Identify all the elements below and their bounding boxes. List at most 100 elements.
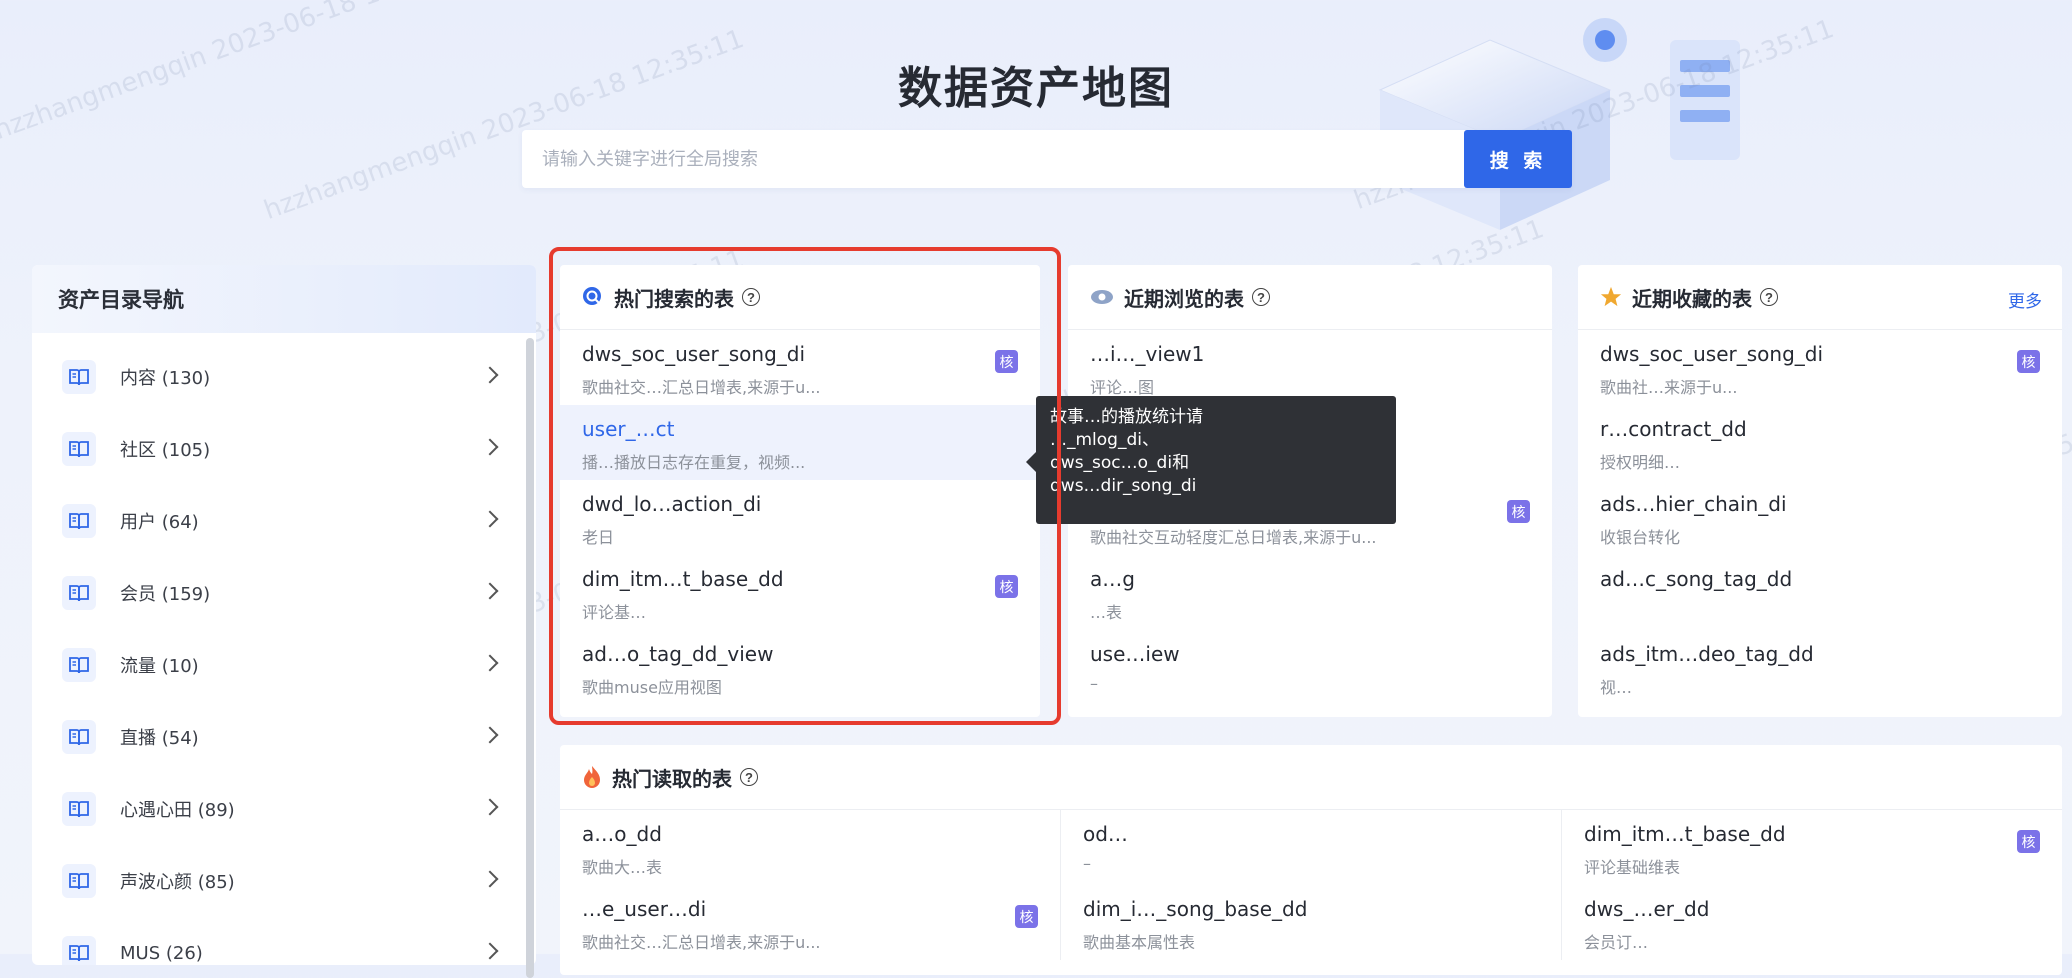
table-name[interactable]: …i…_view1 xyxy=(1090,342,1530,366)
more-link[interactable]: 更多 xyxy=(2008,287,2042,312)
table-desc: …表 xyxy=(1090,603,1123,622)
sidebar-scrollbar[interactable] xyxy=(526,338,534,978)
book-icon xyxy=(62,360,96,394)
table-row[interactable]: user_…ct 播…播放日志存在重复，视频... xyxy=(560,405,1040,480)
sidebar-item[interactable]: 心遇心田 (89) xyxy=(32,773,536,845)
sidebar-item-label: MUS (26) xyxy=(120,942,203,964)
table-row[interactable]: dws_…er_dd 会员订… xyxy=(1562,885,2062,960)
table-desc: 歌曲社交互动轻度汇总日增表,来源于u... xyxy=(1090,528,1377,547)
hot-read-column: od… – dim_i…_song_base_dd 歌曲基本属性表 xyxy=(1061,810,1562,960)
chevron-right-icon xyxy=(481,726,499,744)
table-name[interactable]: dws_…er_dd xyxy=(1584,897,2040,921)
table-row[interactable]: r…contract_dd 授权明细… xyxy=(1578,405,2062,480)
sidebar-item[interactable]: 直播 (54) xyxy=(32,701,536,773)
table-desc: 歌曲muse应用视图 xyxy=(582,678,722,697)
table-name[interactable]: dws_soc_user_song_di xyxy=(582,342,1018,366)
search-button[interactable]: 搜 索 xyxy=(1464,130,1572,188)
table-desc: 歌曲社交…汇总日增表,来源于u... xyxy=(582,378,821,397)
table-name[interactable]: dws_soc_user_song_di xyxy=(1600,342,2040,366)
table-row[interactable]: use…iew – xyxy=(1068,630,1552,705)
tooltip-line: dws…dir_song_di xyxy=(1050,476,1197,496)
table-name[interactable]: ads_itm…deo_tag_dd xyxy=(1600,642,2040,666)
table-row[interactable]: a…o_dd 歌曲大…表 xyxy=(560,810,1060,885)
table-row[interactable]: dws_soc_user_song_di 歌曲社…来源于u... 核 xyxy=(1578,330,2062,405)
table-row[interactable]: ads…hier_chain_di 收银台转化 xyxy=(1578,480,2062,555)
core-badge: 核 xyxy=(2017,830,2040,853)
table-row[interactable]: ads_itm…deo_tag_dd 视… xyxy=(1578,630,2062,705)
book-icon xyxy=(62,792,96,826)
table-row[interactable]: dim_itm…t_base_dd 评论基础维表 核 xyxy=(1562,810,2062,885)
card-header: 热门搜索的表 ? xyxy=(560,265,1040,330)
table-row[interactable]: ad…o_tag_dd_view 歌曲muse应用视图 xyxy=(560,630,1040,705)
sidebar-item[interactable]: 社区 (105) xyxy=(32,413,536,485)
table-desc: 授权明细… xyxy=(1600,453,1681,472)
help-icon[interactable]: ? xyxy=(740,768,758,786)
table-name[interactable]: r…contract_dd xyxy=(1600,417,2040,441)
table-row[interactable]: dwd_lo…action_di 老日 xyxy=(560,480,1040,555)
table-row[interactable]: ad…c_song_tag_dd xyxy=(1578,555,2062,630)
card-header: 近期浏览的表 ? xyxy=(1068,265,1552,330)
table-desc: 歌曲大…表 xyxy=(582,858,663,877)
table-name[interactable]: a…g xyxy=(1090,567,1530,591)
search-input[interactable] xyxy=(522,130,1464,188)
table-desc: 会员订… xyxy=(1584,933,1649,952)
table-row[interactable]: dws_soc_user_song_di 歌曲社交…汇总日增表,来源于u... 核 xyxy=(560,330,1040,405)
sidebar-item[interactable]: 流量 (10) xyxy=(32,629,536,701)
sidebar-item-label: 直播 (54) xyxy=(120,728,199,749)
table-name[interactable]: ads…hier_chain_di xyxy=(1600,492,2040,516)
sidebar-list: 内容 (130) 社区 (105) 用户 (64) 会员 (159) 流量 (10) 直播… xyxy=(32,333,536,965)
table-desc: – xyxy=(1083,854,1091,873)
search-bar: 搜 索 xyxy=(522,130,1572,188)
book-icon xyxy=(62,936,96,965)
table-row[interactable]: od… – xyxy=(1061,810,1561,885)
table-name[interactable]: dim_i…_song_base_dd xyxy=(1083,897,1539,921)
sidebar-item[interactable]: MUS (26) xyxy=(32,917,536,965)
table-name[interactable]: ad…o_tag_dd_view xyxy=(582,642,1018,666)
table-name[interactable]: dim_itm…t_base_dd xyxy=(582,567,1018,591)
card-title: 近期收藏的表 xyxy=(1632,286,1752,311)
tooltip-line: dws_soc…o_di和 xyxy=(1050,453,1190,473)
eye-icon xyxy=(1091,290,1113,304)
chevron-right-icon xyxy=(481,942,499,960)
help-icon[interactable]: ? xyxy=(1760,288,1778,306)
table-name[interactable]: …e_user…di xyxy=(582,897,1038,921)
table-name[interactable]: dwd_lo…action_di xyxy=(582,492,1018,516)
table-desc: – xyxy=(1090,674,1098,693)
chevron-right-icon xyxy=(481,798,499,816)
core-badge: 核 xyxy=(995,350,1018,373)
hero-illustration xyxy=(1378,18,1740,230)
table-name[interactable]: od… xyxy=(1083,822,1539,846)
help-icon[interactable]: ? xyxy=(742,288,760,306)
core-badge: 核 xyxy=(995,575,1018,598)
table-name[interactable]: a…o_dd xyxy=(582,822,1038,846)
table-row[interactable]: …i…_view1 评论…图 xyxy=(1068,330,1552,405)
table-desc: 播…播放日志存在重复，视频... xyxy=(582,453,806,472)
table-name[interactable]: dim_itm…t_base_dd xyxy=(1584,822,2040,846)
table-name[interactable]: ad…c_song_tag_dd xyxy=(1600,567,2040,591)
sidebar-item-label: 社区 (105) xyxy=(120,440,211,461)
chevron-right-icon xyxy=(481,438,499,456)
sidebar-item-label: 流量 (10) xyxy=(120,656,199,677)
sidebar-item-label: 内容 (130) xyxy=(120,368,211,389)
table-row[interactable]: dim_itm…t_base_dd 评论基… 核 xyxy=(560,555,1040,630)
tooltip-arrow xyxy=(1026,452,1036,472)
table-list: dws_soc_user_song_di 歌曲社交…汇总日增表,来源于u... 核 u… xyxy=(560,330,1040,705)
sidebar-item[interactable]: 用户 (64) xyxy=(32,485,536,557)
recent-fav-card: 近期收藏的表 ? 更多 dws_soc_user_song_di 歌曲社…来源于u… xyxy=(1578,265,2062,717)
table-row[interactable]: a…g …表 xyxy=(1068,555,1552,630)
book-icon xyxy=(62,720,96,754)
sidebar-title: 资产目录导航 xyxy=(32,265,536,333)
search-icon xyxy=(583,287,601,305)
table-desc: 老日 xyxy=(582,528,615,547)
book-icon xyxy=(62,648,96,682)
help-icon[interactable]: ? xyxy=(1252,288,1270,306)
book-icon xyxy=(62,432,96,466)
table-name[interactable]: user_…ct xyxy=(582,417,1018,441)
table-row[interactable]: …e_user…di 歌曲社交…汇总日增表,来源于u... 核 xyxy=(560,885,1060,960)
card-header: 近期收藏的表 ? 更多 xyxy=(1578,265,2062,330)
sidebar-item[interactable]: 内容 (130) xyxy=(32,341,536,413)
sidebar-item[interactable]: 会员 (159) xyxy=(32,557,536,629)
table-row[interactable]: dim_i…_song_base_dd 歌曲基本属性表 xyxy=(1061,885,1561,960)
sidebar-item[interactable]: 声波心颜 (85) xyxy=(32,845,536,917)
table-name[interactable]: use…iew xyxy=(1090,642,1530,666)
